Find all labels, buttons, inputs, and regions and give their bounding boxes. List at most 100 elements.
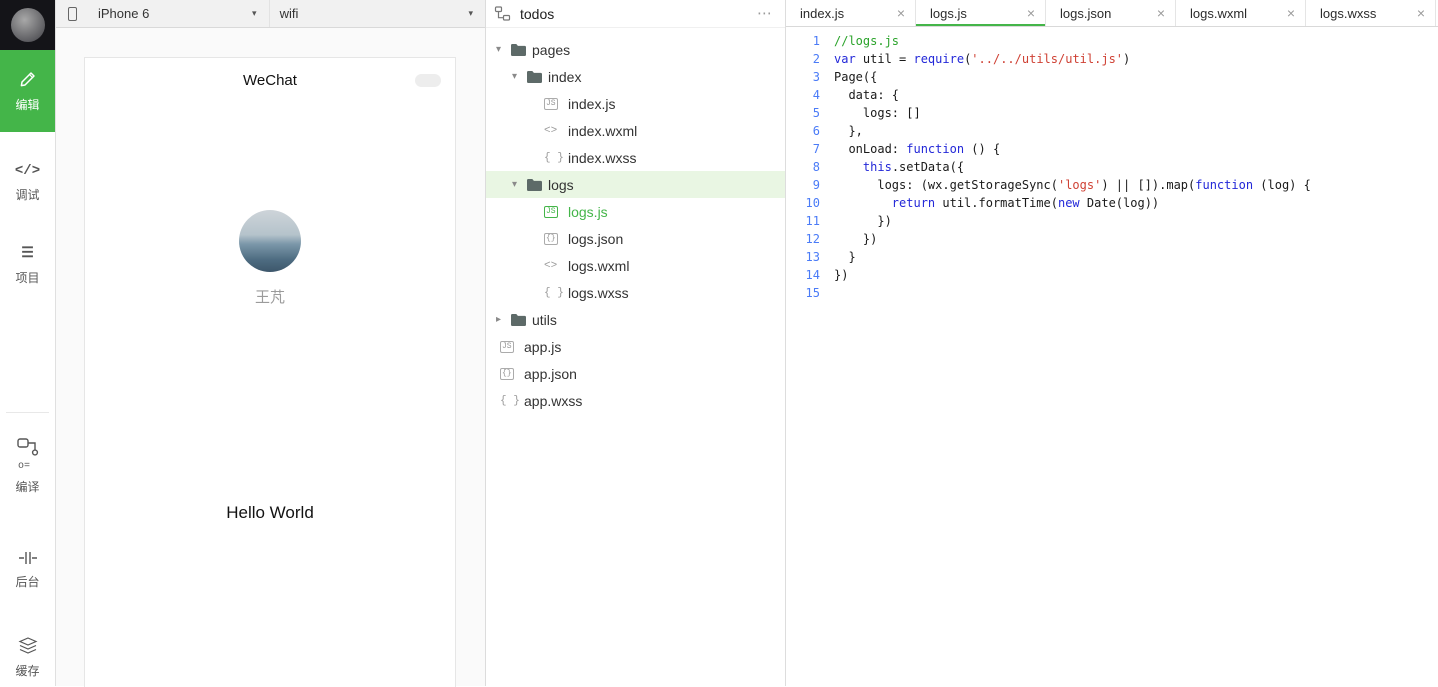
js-file-icon: JS [544, 205, 558, 218]
folder-label: logs [548, 176, 574, 193]
tree-file-logs.json[interactable]: {} logs.json [486, 225, 785, 252]
phone-app-title: WeChat [243, 71, 297, 89]
user-avatar[interactable] [10, 8, 45, 42]
activity-item-backend[interactable]: 后台 [0, 541, 55, 599]
folder-icon [526, 70, 546, 83]
profile-username: 王芃 [254, 289, 285, 306]
line-content: logs: [] [834, 106, 921, 120]
tree-file-logs.wxss[interactable]: { } logs.wxss [486, 279, 785, 306]
close-icon[interactable]: × [1025, 6, 1037, 20]
close-icon[interactable]: × [1155, 6, 1167, 20]
code-line: 15 [786, 284, 1438, 302]
js-file-icon: JS [500, 340, 514, 353]
profile-avatar-image[interactable] [239, 210, 301, 272]
editor-tab-logs.json[interactable]: logs.json × [1046, 0, 1176, 26]
simulator-panel: iPhone 6 ▾ wifi ▾ WeChat 王芃 Hello World [56, 0, 486, 687]
tree-file-app.json[interactable]: {} app.json [486, 360, 785, 387]
tree-folder-pages[interactable]: ▾ pages [486, 36, 785, 63]
line-content: var util = require('../../utils/util.js'… [834, 52, 1131, 66]
tree-file-index.wxml[interactable]: <> index.wxml [486, 117, 785, 144]
line-number: 5 [812, 106, 820, 120]
device-select[interactable]: iPhone 6 ▾ [88, 0, 269, 27]
file-label: logs.json [568, 230, 624, 247]
activity-item-debug[interactable]: </> 调试 [0, 154, 55, 212]
code-line: 9 logs: (wx.getStorageSync('logs') || []… [786, 176, 1438, 194]
folder-icon [510, 313, 530, 326]
project-name: todos [520, 5, 555, 22]
line-number: 12 [805, 232, 820, 246]
code-line: 2 var util = require('../../utils/util.js… [786, 50, 1438, 68]
file-tree: ▾ pages ▾ index JS index.js <> index.wxml { } ind… [486, 28, 785, 414]
tree-file-app.wxss[interactable]: { } app.wxss [486, 387, 785, 414]
tab-label: logs.wxss [1320, 5, 1377, 21]
caret-down-icon[interactable]: ▾ [512, 71, 526, 82]
line-number: 1 [812, 34, 820, 48]
activity-item-label: 编辑 [15, 98, 40, 112]
tree-folder-utils[interactable]: ▸ utils [486, 306, 785, 333]
phone-screen[interactable]: WeChat 王芃 Hello World [84, 57, 456, 687]
editor-tab-index.js[interactable]: index.js × [786, 0, 916, 26]
activity-item-cache[interactable]: 缓存 [0, 629, 55, 687]
close-icon[interactable]: × [1285, 6, 1297, 20]
tree-file-logs.wxml[interactable]: <> logs.wxml [486, 252, 785, 279]
network-select[interactable]: wifi ▾ [268, 0, 485, 27]
activity-item-label: 项目 [15, 270, 40, 285]
code-line: 8 this.setData({ [786, 158, 1438, 176]
editor-tab-logs.js[interactable]: logs.js × [916, 0, 1046, 26]
network-select-value: wifi [279, 6, 299, 21]
line-number: 8 [812, 160, 820, 174]
tree-folder-index[interactable]: ▾ index [486, 63, 785, 90]
code-line: 12 }) [786, 230, 1438, 248]
code-line: 7 onLoad: function () { [786, 140, 1438, 158]
activity-item-compile[interactable]: o= 编译 [0, 433, 55, 499]
folder-label: index [548, 68, 582, 85]
tab-label: index.js [800, 5, 845, 21]
line-content: logs: (wx.getStorageSync('logs') || []).… [834, 178, 1311, 192]
code-editor[interactable]: 1 //logs.js 2 var util = require('../../uti… [786, 27, 1438, 686]
editor-tab-logs.wxss[interactable]: logs.wxss × [1306, 0, 1436, 26]
line-content: } [834, 250, 856, 264]
line-number: 3 [812, 70, 820, 84]
close-icon[interactable]: × [1415, 6, 1427, 20]
close-icon[interactable]: × [895, 6, 907, 20]
activity-nav: 编辑 </> 调试 ☰ 项目 [0, 50, 55, 294]
code-line: 6 }, [786, 122, 1438, 140]
phone-app-header: WeChat [85, 58, 455, 102]
project-tree-icon [494, 5, 511, 22]
file-label: logs.wxss [568, 284, 629, 301]
tree-file-app.js[interactable]: JS app.js [486, 333, 785, 360]
tree-file-index.js[interactable]: JS index.js [486, 90, 785, 117]
activity-item-project[interactable]: ☰ 项目 [0, 236, 55, 294]
editor-tab-logs.wxml[interactable]: logs.wxml × [1176, 0, 1306, 26]
line-content: Page({ [834, 70, 878, 84]
tree-file-logs.js[interactable]: JS logs.js [486, 198, 785, 225]
caret-down-icon[interactable]: ▾ [512, 179, 526, 190]
folder-icon [526, 178, 546, 191]
code-line: 4 data: { [786, 86, 1438, 104]
user-avatar-block[interactable] [0, 0, 55, 50]
line-number: 15 [805, 286, 820, 300]
folder-label: pages [532, 41, 571, 58]
user-profile[interactable]: 王芃 [85, 210, 455, 307]
device-icon[interactable] [56, 0, 88, 27]
tree-file-index.wxss[interactable]: { } index.wxss [486, 144, 785, 171]
line-content: this.setData({ [862, 160, 965, 174]
json-file-icon: {} [500, 367, 514, 380]
more-options-icon[interactable]: ⋯ [757, 6, 773, 21]
activity-tools: o= 编译后台缓存 [0, 413, 55, 687]
tab-label: logs.wxml [1190, 5, 1248, 21]
phone-menu-capsule-icon[interactable] [415, 74, 441, 87]
line-number: 4 [812, 88, 820, 102]
tree-folder-logs[interactable]: ▾ logs [486, 171, 785, 198]
simulator-toolbar: iPhone 6 ▾ wifi ▾ [56, 0, 485, 28]
file-label: app.wxss [524, 392, 583, 409]
line-content: //logs.js [834, 34, 900, 48]
activity-bar: 编辑 </> 调试 ☰ 项目 o= 编译后台缓存 [0, 0, 56, 686]
code-line: 13 } [786, 248, 1438, 266]
activity-item-edit[interactable]: 编辑 [0, 50, 55, 132]
list-icon: ☰ [21, 245, 34, 262]
phone-area: WeChat 王芃 Hello World [56, 28, 485, 687]
caret-down-icon[interactable]: ▾ [496, 44, 510, 55]
wxss-file-icon: { } [500, 394, 520, 407]
caret-right-icon[interactable]: ▸ [496, 314, 510, 325]
